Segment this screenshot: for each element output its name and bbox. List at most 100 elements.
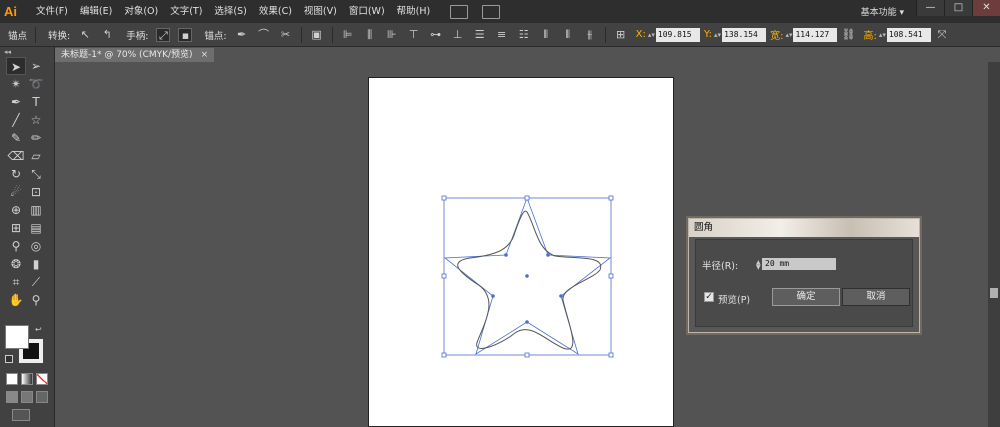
blob-brush-icon[interactable]: ⌫ (6, 147, 26, 165)
close-tab-icon[interactable]: × (201, 48, 209, 62)
align-vcenter-icon[interactable]: ⊶ (429, 28, 443, 42)
menu-type[interactable]: 文字(T) (164, 0, 208, 23)
magic-wand-icon[interactable]: ✴ (6, 75, 26, 93)
width-label: 宽: (770, 31, 784, 42)
align-hcenter-icon[interactable]: ⫼ (363, 28, 377, 42)
preview-label[interactable]: 预览(P) (718, 292, 750, 306)
align-left-icon[interactable]: ⊫ (341, 28, 355, 42)
maximize-button[interactable]: □ (944, 0, 972, 16)
lasso-icon[interactable]: ➰ (26, 75, 46, 93)
bridge-icon[interactable] (450, 4, 469, 19)
x-stepper-icon[interactable]: ▴▾ (648, 31, 655, 39)
menu-edit[interactable]: 编辑(E) (74, 0, 118, 23)
eyedropper-icon[interactable]: ⚲ (6, 237, 26, 255)
arrange-documents-icon[interactable] (482, 4, 501, 19)
document-tab[interactable]: 未标题-1* @ 70% (CMYK/预览) × (55, 48, 215, 62)
selection-icon[interactable]: ➤ (6, 57, 26, 75)
handles-label: 手柄: (126, 30, 149, 42)
menu-help[interactable]: 帮助(H) (391, 0, 437, 23)
column-graph-icon[interactable]: ▮ (26, 255, 46, 273)
zoom-icon[interactable]: ⚲ (26, 291, 46, 309)
distribute-left-icon[interactable]: ⫴ (539, 28, 553, 42)
none-mode-icon[interactable] (36, 373, 48, 385)
free-transform-icon[interactable]: ⊡ (26, 183, 46, 201)
reference-point-icon[interactable]: ⊞ (614, 28, 628, 42)
artboard-icon[interactable]: ⌗ (6, 273, 26, 291)
default-colors-icon[interactable] (5, 355, 13, 363)
distribute-vcenter-icon[interactable]: ≡ (495, 28, 509, 42)
star-shape-icon[interactable]: ☆ (26, 111, 46, 129)
show-handles-icon[interactable]: ⤢ (156, 27, 171, 42)
hide-handles-icon[interactable]: ▪ (178, 27, 193, 42)
gradient-icon[interactable]: ▤ (26, 219, 46, 237)
pen-icon[interactable]: ✒ (6, 93, 26, 111)
draw-inside-icon[interactable] (36, 391, 48, 403)
close-window-button[interactable]: ✕ (972, 0, 1000, 16)
y-stepper-icon[interactable]: ▴▾ (714, 31, 721, 39)
pencil-icon[interactable]: ✏ (26, 129, 46, 147)
x-input[interactable]: 109.815 (655, 27, 700, 42)
blend-icon[interactable]: ◎ (26, 237, 46, 255)
ok-button[interactable]: 确定 (772, 288, 840, 306)
distribute-right-icon[interactable]: ⫵ (583, 28, 597, 42)
eraser-icon[interactable]: ▱ (26, 147, 46, 165)
menu-select[interactable]: 选择(S) (208, 0, 252, 23)
minimize-button[interactable]: — (916, 0, 944, 16)
line-segment-icon[interactable]: ╱ (6, 111, 26, 129)
hand-icon[interactable]: ✋ (6, 291, 26, 309)
color-mode-icon[interactable] (6, 373, 18, 385)
perspective-grid-icon[interactable]: ▥ (26, 201, 46, 219)
scale-icon[interactable]: ⤡ (26, 165, 46, 183)
distribute-bottom-icon[interactable]: ☷ (517, 28, 531, 42)
type-icon[interactable]: T (26, 93, 46, 111)
dialog-title[interactable]: 圆角 (689, 219, 919, 237)
direct-selection-icon[interactable]: ➢ (26, 57, 46, 75)
align-bottom-icon[interactable]: ⊥ (451, 28, 465, 42)
scroll-thumb[interactable] (990, 288, 998, 298)
menu-window[interactable]: 窗口(W) (343, 0, 391, 23)
distribute-hcenter-icon[interactable]: ⦀ (561, 28, 575, 42)
menu-effect[interactable]: 效果(C) (253, 0, 298, 23)
convert-to-corner-icon[interactable]: ↖ (78, 28, 92, 42)
cancel-button[interactable]: 取消 (842, 288, 910, 306)
isolate-icon[interactable]: ▣ (310, 28, 324, 42)
radius-input[interactable]: 20 mm (762, 258, 836, 270)
collapse-panel-icon[interactable]: ◂◂ (0, 47, 54, 57)
menu-object[interactable]: 对象(O) (118, 0, 164, 23)
menu-file[interactable]: 文件(F) (30, 0, 74, 23)
paintbrush-icon[interactable]: ✎ (6, 129, 26, 147)
menu-view[interactable]: 视图(V) (298, 0, 343, 23)
width-stepper-icon[interactable]: ▴▾ (785, 31, 792, 39)
swap-fill-stroke-icon[interactable]: ↩ (35, 325, 42, 334)
height-stepper-icon[interactable]: ▴▾ (879, 31, 886, 39)
workspace-switcher[interactable]: 基本功能 ▾ (861, 5, 904, 18)
y-input[interactable]: 138.154 (722, 27, 767, 42)
height-input[interactable]: 108.541 (886, 27, 931, 42)
cut-path-icon[interactable]: ✂ (279, 28, 293, 42)
mesh-icon[interactable]: ⊞ (6, 219, 26, 237)
align-right-icon[interactable]: ⊪ (385, 28, 399, 42)
draw-behind-icon[interactable] (21, 391, 33, 403)
separator (300, 26, 302, 43)
vertical-scrollbar[interactable] (988, 62, 1000, 427)
gradient-mode-icon[interactable] (21, 373, 33, 385)
width-input[interactable]: 114.127 (793, 27, 838, 42)
slice-icon[interactable]: ⟋ (26, 273, 46, 291)
remove-anchor-icon[interactable]: ✒ (235, 28, 249, 42)
preview-checkbox[interactable]: ✓ (704, 292, 714, 302)
constrain-link-icon[interactable]: ⛓ (841, 28, 856, 42)
align-top-icon[interactable]: ⊤ (407, 28, 421, 42)
dialog-body: 半径(R): ▲ ▼ 20 mm ✓ 预览(P) 确定 取消 (695, 239, 913, 327)
rotate-icon[interactable]: ↻ (6, 165, 26, 183)
shape-builder-icon[interactable]: ⊕ (6, 201, 26, 219)
transform-options-icon[interactable]: ⤧ (935, 28, 949, 42)
warp-icon[interactable]: ☄ (6, 183, 26, 201)
connect-anchor-icon[interactable]: ⌒ (257, 28, 271, 42)
fill-swatch[interactable] (5, 325, 29, 349)
distribute-top-icon[interactable]: ☰ (473, 28, 487, 42)
convert-to-smooth-icon[interactable]: ↰ (100, 28, 114, 42)
screen-mode-icon[interactable] (12, 409, 30, 421)
draw-normal-icon[interactable] (6, 391, 18, 403)
radius-stepper-icon[interactable]: ▲ ▼ (756, 260, 761, 271)
symbol-sprayer-icon[interactable]: ❂ (6, 255, 26, 273)
